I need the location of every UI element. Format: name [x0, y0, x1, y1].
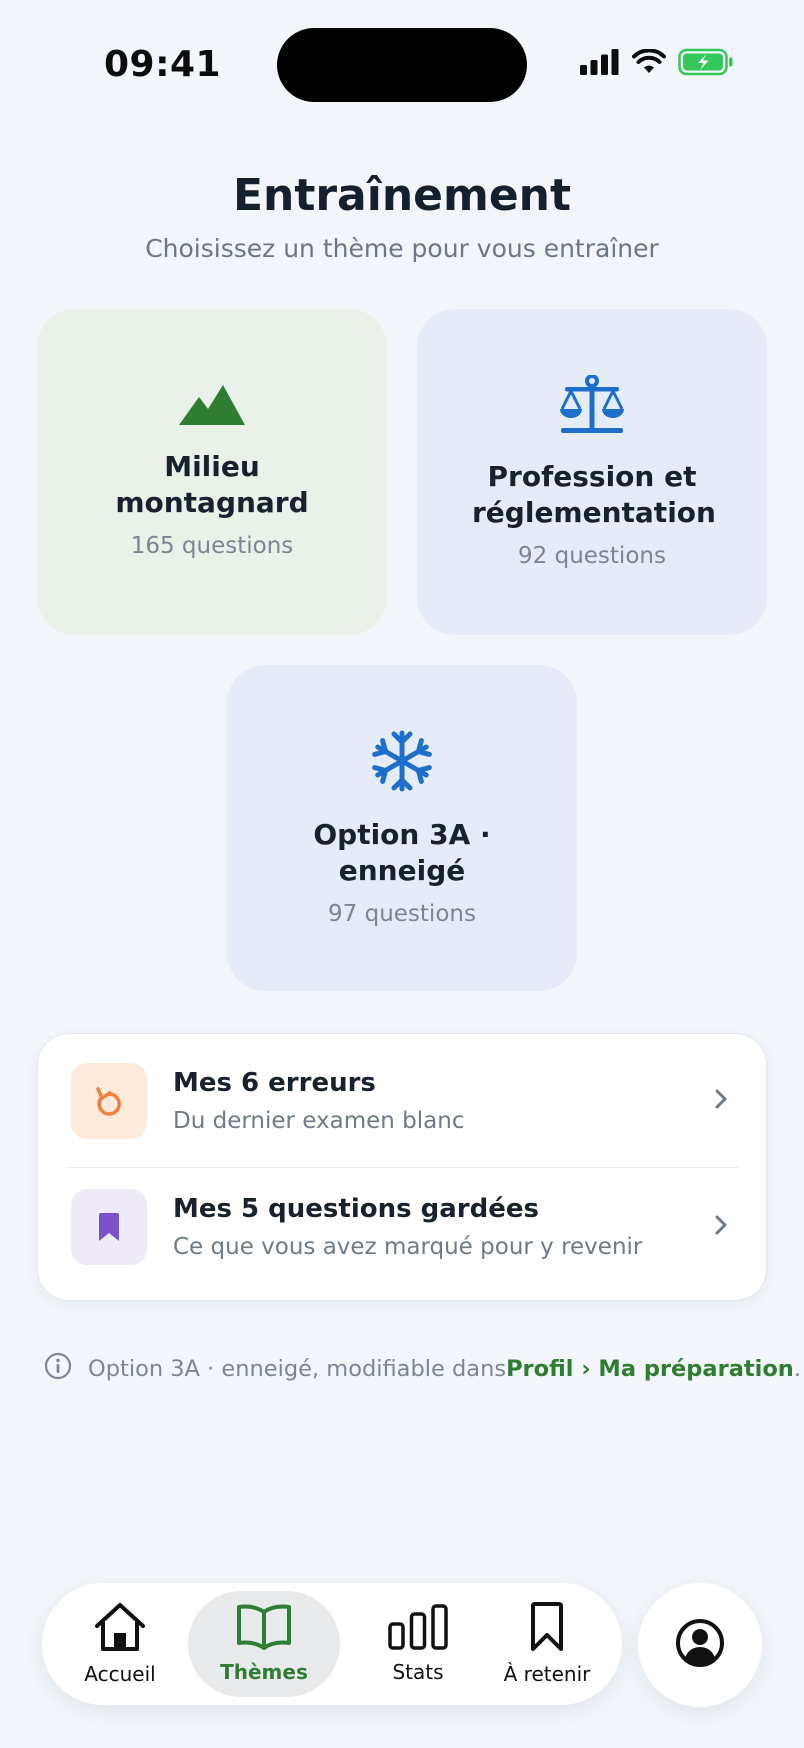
theme-title: Milieu montagnard	[115, 450, 309, 519]
battery-icon	[678, 48, 733, 76]
theme-title: Profession et réglementation	[472, 460, 716, 529]
book-icon	[236, 1604, 292, 1654]
theme-card-option-3a-enneige[interactable]: Option 3A · enneigé 97 questions	[227, 665, 577, 991]
list-item-title: Mes 5 questions gardées	[173, 1194, 539, 1224]
nav-item-stats[interactable]: Stats	[358, 1591, 478, 1697]
page-title: Entraînement	[232, 170, 572, 221]
snowflake-icon	[370, 729, 434, 797]
theme-question-count: 97 questions	[328, 901, 476, 927]
chevron-right-icon	[714, 1214, 728, 1240]
status-bar: 09:41	[0, 0, 804, 130]
home-icon	[93, 1602, 147, 1656]
list-item-subtitle: Du dernier examen blanc	[173, 1108, 465, 1134]
list-item-errors[interactable]: Mes 6 erreurs Du dernier examen blanc	[38, 1038, 768, 1164]
preparation-settings-link[interactable]: Profil › Ma préparation	[506, 1356, 794, 1382]
nav-label: À retenir	[503, 1662, 591, 1686]
retry-icon	[71, 1063, 147, 1139]
nav-label: Accueil	[84, 1662, 156, 1686]
list-item-text: Mes 6 erreurs Du dernier examen blanc	[173, 1068, 714, 1134]
theme-question-count: 165 questions	[130, 533, 294, 559]
list-item-subtitle: Ce que vous avez marqué pour y revenir	[173, 1234, 643, 1260]
list-item-title: Mes 6 erreurs	[173, 1068, 376, 1098]
profile-icon	[675, 1618, 725, 1672]
theme-card-profession-reglementation[interactable]: Profession et réglementation 92 question…	[417, 309, 767, 635]
nav-label: Stats	[392, 1660, 444, 1684]
info-note: Option 3A · enneigé, modifiable dans Pro…	[44, 1352, 801, 1386]
list-item-saved-questions[interactable]: Mes 5 questions gardées Ce que vous avez…	[38, 1164, 768, 1290]
signal-icon	[580, 49, 619, 75]
stats-icon	[388, 1604, 448, 1654]
scale-icon	[559, 374, 625, 439]
bottom-nav: Accueil Thèmes Stats À retenir	[42, 1583, 622, 1705]
profile-button[interactable]	[638, 1583, 762, 1707]
page-subtitle: Choisissez un thème pour vous entraîner	[145, 234, 659, 263]
nav-item-a-retenir[interactable]: À retenir	[486, 1591, 608, 1697]
nav-item-themes[interactable]: Thèmes	[188, 1591, 340, 1697]
chevron-right-icon	[714, 1088, 728, 1114]
status-time: 09:41	[104, 44, 222, 85]
nav-item-accueil[interactable]: Accueil	[66, 1591, 174, 1697]
wifi-icon	[632, 49, 666, 73]
theme-title: Option 3A · enneigé	[313, 818, 491, 887]
bookmark-icon	[71, 1189, 147, 1265]
list-item-text: Mes 5 questions gardées Ce que vous avez…	[173, 1194, 714, 1260]
theme-question-count: 92 questions	[518, 543, 666, 569]
theme-card-milieu-montagnard[interactable]: Milieu montagnard 165 questions	[37, 309, 387, 635]
shortcut-list: Mes 6 erreurs Du dernier examen blanc Me…	[37, 1033, 767, 1301]
mountain-icon	[179, 385, 245, 429]
nav-label: Thèmes	[220, 1660, 308, 1684]
info-note-text: Option 3A · enneigé, modifiable dans	[88, 1356, 507, 1382]
info-icon	[44, 1352, 72, 1386]
info-note-suffix: .	[793, 1356, 801, 1382]
dynamic-island	[277, 28, 527, 102]
status-icons	[580, 48, 734, 76]
bookmark-icon	[530, 1602, 564, 1656]
